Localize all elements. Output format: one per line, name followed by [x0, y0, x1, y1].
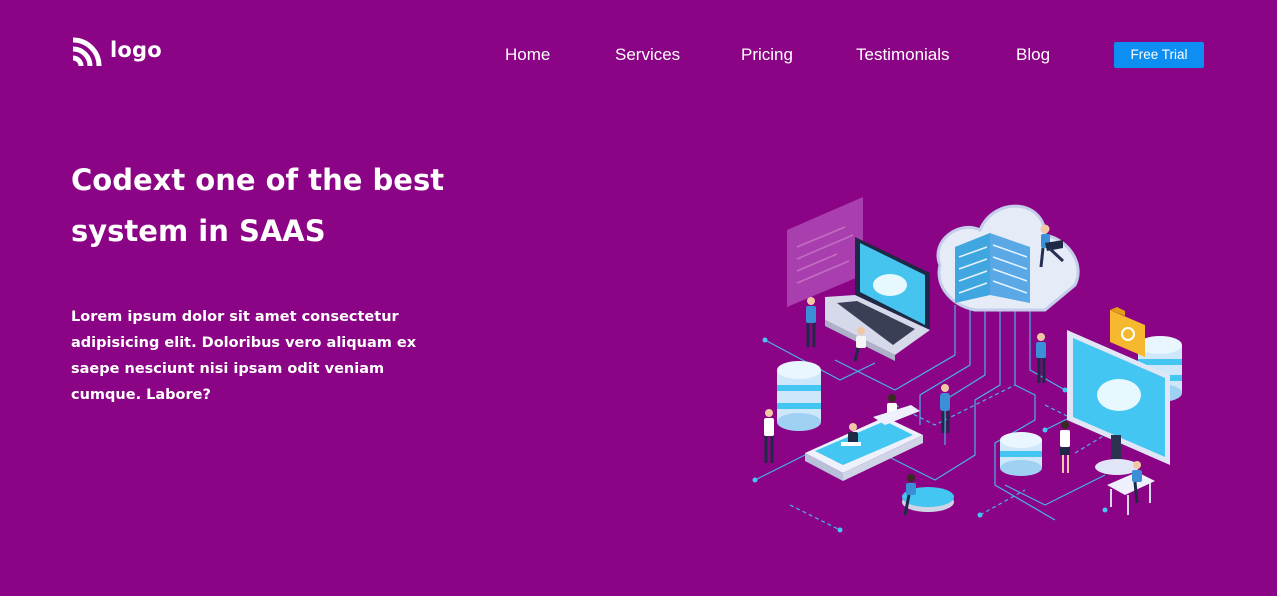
hero-description-line: cumque. Labore?: [71, 387, 211, 403]
smartphone-platform-illustration: [805, 417, 923, 481]
folder-icon: [1110, 307, 1145, 357]
desk-illustration: [1107, 472, 1155, 515]
brand-logo-link[interactable]: logo: [70, 37, 162, 69]
hero-description: Lorem ipsum dolor sit amet consectetur a…: [71, 304, 461, 408]
hero-description-line: adipisicing elit. Doloribus vero aliquam…: [71, 335, 417, 351]
database-cylinder-left: [777, 361, 821, 431]
free-trial-button[interactable]: Free Trial: [1114, 42, 1204, 68]
hero-title-line: Codext one of the best: [71, 163, 445, 197]
nav-link-testimonials[interactable]: Testimonials: [856, 44, 950, 66]
landing-page: logo Home Services Pricing Testimonials …: [0, 0, 1277, 596]
nav-link-services[interactable]: Services: [615, 44, 680, 66]
navbar: logo Home Services Pricing Testimonials …: [0, 0, 1277, 110]
nav-link-pricing[interactable]: Pricing: [741, 44, 793, 66]
brand-name: logo: [110, 38, 162, 62]
hero-description-line: saepe nesciunt nisi ipsam odit veniam: [71, 361, 385, 377]
nav-link-home[interactable]: Home: [505, 44, 550, 66]
cloud-saas-illustration: [752, 197, 1182, 533]
nav-link-blog[interactable]: Blog: [1016, 44, 1050, 66]
cloud-servers-illustration: [936, 204, 1080, 312]
hero-description-line: Lorem ipsum dolor sit amet consectetur: [71, 309, 399, 325]
database-cylinder-mid: [1000, 432, 1042, 476]
rss-feed-icon: [72, 37, 102, 67]
hero-title-line: system in SAAS: [71, 214, 326, 248]
hero-title: Codext one of the best system in SAAS: [71, 155, 531, 257]
floating-code-panel: [787, 197, 863, 307]
